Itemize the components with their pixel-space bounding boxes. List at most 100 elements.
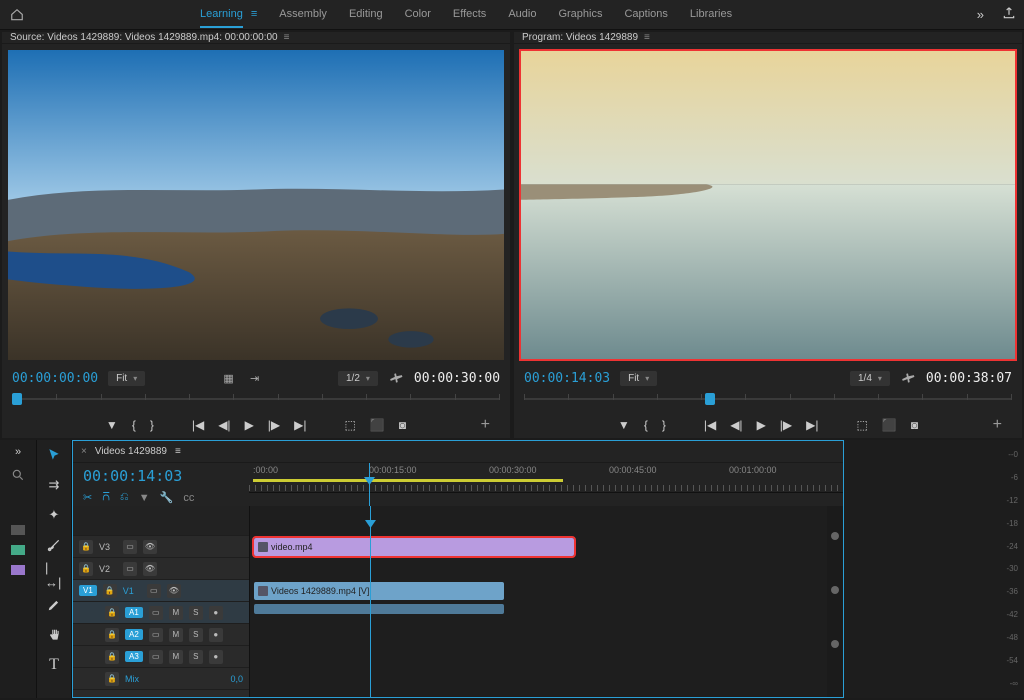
sequence-tab[interactable]: Videos 1429889: [95, 446, 167, 457]
solo-button[interactable]: S: [189, 606, 203, 620]
settings-icon[interactable]: [900, 370, 916, 386]
lock-icon[interactable]: 🔒: [79, 562, 93, 576]
lock-icon[interactable]: 🔒: [105, 672, 119, 686]
magnet-icon[interactable]: ⩃: [102, 491, 110, 504]
mark-out-icon[interactable]: }: [662, 418, 666, 432]
mark-in-icon[interactable]: {: [644, 418, 648, 432]
mark-out-icon[interactable]: }: [150, 418, 154, 432]
source-zoom-dropdown[interactable]: 1/2▾: [338, 371, 378, 386]
source-fit-dropdown[interactable]: Fit▾: [108, 371, 145, 386]
tab-effects[interactable]: Effects: [453, 8, 486, 21]
tab-menu-icon[interactable]: ≡: [251, 8, 257, 21]
go-out-icon[interactable]: ▶|: [806, 418, 818, 432]
button-editor-icon[interactable]: +: [993, 416, 1002, 434]
scroll-handle[interactable]: [831, 640, 839, 648]
program-scrubber[interactable]: [524, 390, 1012, 408]
work-area-bar[interactable]: [253, 479, 563, 482]
lock-icon[interactable]: 🔒: [105, 606, 119, 620]
mute-button[interactable]: M: [169, 628, 183, 642]
go-in-icon[interactable]: |◀: [192, 418, 204, 432]
timeline-ruler[interactable]: :00:00 00:00:15:00 00:00:30:00 00:00:45:…: [249, 463, 843, 493]
mic-icon[interactable]: ●: [209, 606, 223, 620]
linked-sel-icon[interactable]: ⎌: [120, 491, 129, 504]
film-icon[interactable]: ▭: [149, 650, 163, 664]
overflow-icon[interactable]: »: [977, 7, 984, 22]
mic-icon[interactable]: ●: [209, 650, 223, 664]
wrench-icon[interactable]: 🔧: [160, 491, 174, 504]
source-patch-v1[interactable]: V1: [79, 585, 97, 596]
solo-button[interactable]: S: [189, 628, 203, 642]
marker-icon[interactable]: ▼: [139, 492, 150, 504]
insert-icon[interactable]: ▦: [221, 370, 237, 386]
button-editor-icon[interactable]: +: [481, 416, 490, 434]
mute-button[interactable]: M: [169, 606, 183, 620]
overwrite-icon[interactable]: ⇥: [247, 370, 263, 386]
eye-icon[interactable]: 👁: [143, 562, 157, 576]
lift-icon[interactable]: ⬚: [857, 418, 868, 432]
tab-libraries[interactable]: Libraries: [690, 8, 732, 21]
pen-tool-icon[interactable]: [45, 596, 63, 614]
type-tool-icon[interactable]: T: [45, 656, 63, 674]
label-green[interactable]: [11, 545, 25, 555]
step-fwd-icon[interactable]: |▶: [780, 418, 792, 432]
program-timecode[interactable]: 00:00:14:03: [524, 371, 610, 386]
clip-v3[interactable]: video.mp4: [254, 538, 574, 556]
panel-menu-icon[interactable]: ≡: [284, 32, 290, 43]
lock-icon[interactable]: 🔒: [103, 584, 117, 598]
film-icon[interactable]: ▭: [123, 562, 137, 576]
settings-icon[interactable]: [388, 370, 404, 386]
label-purple[interactable]: [11, 565, 25, 575]
export-icon[interactable]: [1002, 6, 1016, 23]
step-back-icon[interactable]: ◀|: [730, 418, 742, 432]
slip-tool-icon[interactable]: |↔|: [45, 566, 63, 584]
mark-in-icon[interactable]: {: [132, 418, 136, 432]
extract-icon[interactable]: ⬛: [882, 418, 897, 432]
program-fit-dropdown[interactable]: Fit▾: [620, 371, 657, 386]
tab-editing[interactable]: Editing: [349, 8, 383, 21]
mic-icon[interactable]: ●: [209, 628, 223, 642]
tab-assembly[interactable]: Assembly: [279, 8, 327, 21]
step-back-icon[interactable]: ◀|: [218, 418, 230, 432]
tab-graphics[interactable]: Graphics: [558, 8, 602, 21]
selection-tool-icon[interactable]: [45, 446, 63, 464]
lock-icon[interactable]: 🔒: [105, 628, 119, 642]
film-icon[interactable]: ▭: [147, 584, 161, 598]
tab-audio[interactable]: Audio: [508, 8, 536, 21]
panel-menu-icon[interactable]: ≡: [175, 446, 181, 457]
play-icon[interactable]: ▶: [245, 418, 254, 432]
film-icon[interactable]: ▭: [149, 628, 163, 642]
home-icon[interactable]: [8, 6, 26, 24]
film-icon[interactable]: ▭: [149, 606, 163, 620]
solo-button[interactable]: S: [189, 650, 203, 664]
export-frame-icon[interactable]: ◙: [399, 418, 406, 432]
track-scrollbar[interactable]: [827, 506, 843, 697]
expand-panel-icon[interactable]: »: [15, 446, 21, 458]
timeline-timecode[interactable]: 00:00:14:03: [83, 467, 182, 485]
source-scrubber[interactable]: [12, 390, 500, 408]
scroll-handle[interactable]: [831, 586, 839, 594]
source-timecode[interactable]: 00:00:00:00: [12, 371, 98, 386]
eye-icon[interactable]: 👁: [143, 540, 157, 554]
go-in-icon[interactable]: |◀: [704, 418, 716, 432]
export-frame-icon[interactable]: ◙: [911, 418, 918, 432]
add-marker-icon[interactable]: ▼: [106, 418, 118, 432]
play-icon[interactable]: ▶: [757, 418, 766, 432]
film-icon[interactable]: ▭: [123, 540, 137, 554]
tab-captions[interactable]: Captions: [624, 8, 667, 21]
hand-tool-icon[interactable]: [45, 626, 63, 644]
tab-learning[interactable]: Learning: [200, 8, 243, 28]
tab-color[interactable]: Color: [405, 8, 431, 21]
lock-icon[interactable]: 🔒: [79, 540, 93, 554]
mute-button[interactable]: M: [169, 650, 183, 664]
overwrite-btn-icon[interactable]: ⬛: [370, 418, 385, 432]
step-fwd-icon[interactable]: |▶: [268, 418, 280, 432]
cc-icon[interactable]: cc: [183, 492, 194, 504]
clip-v1[interactable]: Videos 1429889.mp4 [V]: [254, 582, 504, 600]
snap-icon[interactable]: ✂: [83, 491, 92, 504]
mix-value[interactable]: 0,0: [230, 674, 243, 684]
search-icon[interactable]: [11, 468, 25, 485]
insert-btn-icon[interactable]: ⬚: [345, 418, 356, 432]
timeline-tracks[interactable]: video.mp4 Videos 1429889.mp4 [V]: [249, 506, 827, 697]
lock-icon[interactable]: 🔒: [105, 650, 119, 664]
eye-icon[interactable]: 👁: [167, 584, 181, 598]
